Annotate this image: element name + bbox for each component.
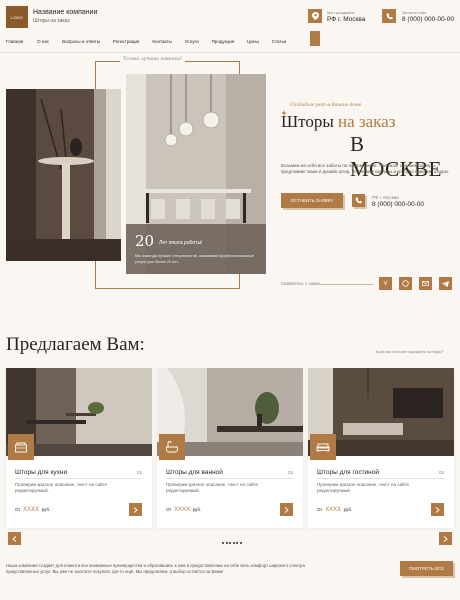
hero-description: Возьмем на себя все заботы по оформлению… (281, 163, 450, 174)
nav-item-registration[interactable]: Регистрация (113, 39, 139, 44)
nav-item-products[interactable]: Продукция (212, 39, 235, 44)
slider-next-button[interactable] (439, 532, 452, 545)
telegram-icon[interactable] (439, 277, 452, 290)
frame-tagline: Только лучшие новинки! (120, 57, 185, 62)
card-divider (166, 478, 294, 479)
offer-card-living-room[interactable]: Шторы для гостиной 03 Проверим краткое о… (308, 368, 454, 528)
card-divider (317, 478, 445, 479)
card-price: От XXXX руб. (15, 507, 51, 513)
kitchen-icon (8, 434, 34, 460)
nav-item-contacts[interactable]: Контакты (152, 39, 171, 44)
slider-dots[interactable] (222, 542, 243, 544)
slider-dot[interactable] (232, 542, 235, 544)
card-title: Шторы для гостиной (317, 469, 380, 476)
view-all-button[interactable]: СМОТРЕТЬ ВСЕ (400, 561, 453, 576)
nav-item-services[interactable]: Услуги (185, 39, 199, 44)
arrow-right-icon[interactable] (431, 503, 444, 516)
card-title: Шторы для ванной (166, 469, 223, 476)
logo[interactable]: LOGO (6, 6, 28, 28)
nav-more-button[interactable] (310, 31, 320, 46)
company-subtitle: Шторы на заказ (33, 18, 70, 24)
card-description: Проверим краткое описание, текст на сайт… (15, 482, 107, 493)
header-divider (0, 52, 460, 53)
nav-item-articles[interactable]: Статьи (272, 39, 287, 44)
slider-dot[interactable] (229, 542, 231, 544)
slider-prev-button[interactable] (8, 532, 21, 545)
card-divider (15, 478, 143, 479)
offers-footer-text: Наша компания создаёт для клиента все во… (6, 563, 305, 574)
phone-icon (382, 9, 396, 23)
phone-number[interactable]: 8 (000) 000-00-00 (402, 16, 454, 23)
card-price: От XXXX руб. (317, 507, 353, 513)
email-icon[interactable] (419, 277, 432, 290)
slider-dot[interactable] (225, 542, 228, 544)
slider-dot[interactable] (222, 542, 224, 544)
card-description: Проверим краткое описание, текст на сайт… (166, 482, 258, 493)
main-nav: Главная О нас Вопросы и ответы Регистрац… (6, 36, 286, 46)
card-description: Проверим краткое описание, текст на сайт… (317, 482, 409, 493)
arrow-right-icon[interactable] (129, 503, 142, 516)
card-title: Шторы для кухни (15, 469, 68, 476)
card-price: От XXXX руб. (166, 507, 202, 513)
offers-hint: Куда вы хотите заказать шторы? (376, 349, 444, 354)
nav-item-faq[interactable]: Вопросы и ответы (62, 39, 100, 44)
nav-item-about[interactable]: О нас (37, 39, 49, 44)
social-label: Свяжитесь с нами: (281, 281, 321, 286)
location-value: РФ г. Москва (327, 16, 366, 23)
hero-image-table (6, 89, 121, 261)
phone-label: Звоните нам: (402, 10, 427, 15)
card-number: 03 (438, 470, 444, 475)
hero-tagline: Создадим уют в Вашем доме (290, 103, 362, 108)
stat-description: Мы команда лучших специалистов, оказывае… (135, 254, 254, 264)
company-name: Название компании (33, 9, 98, 16)
stat-label: Лет опыта работы! (159, 240, 203, 246)
order-button[interactable]: ОСТАВИТЬ ЗАЯВКУ (281, 193, 343, 208)
offer-card-bathroom[interactable]: Шторы для ванной 02 Проверим краткое опи… (157, 368, 303, 528)
phone-icon (352, 194, 365, 207)
slider-dot[interactable] (239, 542, 242, 544)
slider-dot[interactable] (236, 542, 238, 544)
bathtub-icon (159, 434, 185, 460)
vk-icon[interactable]: V (379, 277, 392, 290)
hero-title: Шторы на заказ (281, 112, 396, 131)
arrow-right-icon[interactable] (280, 503, 293, 516)
sparkle-icon (281, 103, 287, 116)
location-pin-icon (308, 9, 322, 23)
hero-phone-number[interactable]: 8 (000) 000-00-00 (372, 201, 424, 208)
stat-number: 20 (135, 232, 155, 250)
nav-item-prices[interactable]: Цены (247, 39, 259, 44)
sofa-icon (310, 434, 336, 460)
location-label: Мы находимся (327, 10, 355, 15)
offer-card-kitchen[interactable]: Шторы для кухни 01 Проверим краткое опис… (6, 368, 152, 528)
whatsapp-icon[interactable] (399, 277, 412, 290)
nav-item-home[interactable]: Главная (6, 39, 23, 44)
card-number: 02 (287, 470, 293, 475)
offers-title: Предлагаем Вам: (6, 334, 145, 355)
card-number: 01 (136, 470, 142, 475)
social-divider (318, 284, 373, 285)
hero-phone-label: РФ г. Москва (372, 195, 399, 200)
